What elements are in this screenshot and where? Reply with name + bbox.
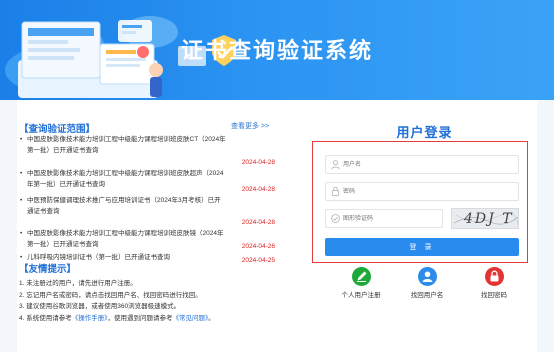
tip-item: 4. 系统使用请参考《操作手册》，使用遇到问题请参考《常见问题》。 bbox=[19, 313, 287, 325]
list-item[interactable]: • 中国皮肤影像技术能力培训工程中级能力课程培训班皮肤镜（2024年第一批）已开… bbox=[19, 228, 287, 252]
username-field[interactable] bbox=[325, 155, 519, 174]
recover-password-action[interactable]: 找回密码 bbox=[464, 267, 524, 299]
main-card: 【查询验证范围】 查看更多 >> • 中国皮肤影像技术能力培训工程中级能力课程培… bbox=[17, 100, 537, 352]
captcha-image[interactable]: 4DJ T bbox=[451, 208, 519, 229]
login-title: 用户登录 bbox=[396, 125, 453, 140]
item-date: 2024-04-28 bbox=[241, 219, 275, 226]
user-icon[interactable] bbox=[417, 267, 437, 286]
tips-list: 1. 未注册过的用户，请先进行用户注册。 2. 忘记用户名或密码，请点击找回用户… bbox=[19, 278, 287, 324]
lock-icon[interactable] bbox=[484, 267, 504, 286]
username-input[interactable] bbox=[343, 156, 443, 173]
account-actions: 个人用户注册 找回用户名 找回密码 bbox=[331, 267, 527, 307]
password-field[interactable] bbox=[325, 182, 519, 201]
tips-title: 【友情提示】 bbox=[19, 264, 77, 275]
password-input[interactable] bbox=[343, 183, 443, 200]
tip-text: 4. 系统使用请参考 bbox=[19, 314, 72, 322]
list-item[interactable]: • 中国皮肤影像技术能力培训工程中级能力课程培训班皮肤超声（2024年第一批）已… bbox=[19, 168, 287, 195]
page-title: 证书查询验证系统 bbox=[180, 39, 373, 64]
item-title[interactable]: 中医预防保健调理技术推广与应用培训证书（2024年3月考核）已开通证书查询 bbox=[27, 195, 227, 217]
recover-username-action[interactable]: 找回用户名 bbox=[397, 267, 457, 299]
item-date: 2024-04-28 bbox=[241, 186, 275, 193]
tip-item: 3. 建议使用谷歌浏览器，或者使用360浏览器极速模式。 bbox=[19, 301, 287, 313]
list-item[interactable]: • 中国皮肤影像技术能力培训工程中级能力课程培训班皮肤CT（2024年第一批）已… bbox=[19, 134, 287, 168]
recover-username-label[interactable]: 找回用户名 bbox=[397, 289, 457, 299]
item-date: 2024-04-25 bbox=[241, 257, 275, 264]
tip-item: 1. 未注册过的用户，请先进行用户注册。 bbox=[19, 278, 287, 290]
tip-item: 2. 忘记用户名或密码，请点击找回用户名、找回密码进行找回。 bbox=[19, 290, 287, 302]
item-date: 2024-04-26 bbox=[241, 243, 275, 250]
manual-link[interactable]: 《操作手册》 bbox=[72, 315, 108, 322]
check-circle-icon bbox=[331, 214, 340, 223]
item-title[interactable]: 中国皮肤影像技术能力培训工程中级能力课程培训班皮肤CT（2024年第一批）已开通… bbox=[27, 134, 227, 156]
bullet-icon: • bbox=[20, 170, 23, 177]
user-icon bbox=[331, 160, 340, 170]
scope-list: • 中国皮肤影像技术能力培训工程中级能力课程培训班皮肤CT（2024年第一批）已… bbox=[19, 134, 287, 266]
item-date: 2024-04-28 bbox=[241, 159, 275, 166]
register-label[interactable]: 个人用户注册 bbox=[331, 289, 391, 299]
bullet-icon: • bbox=[20, 136, 23, 143]
login-button[interactable]: 登 录 bbox=[325, 238, 519, 256]
tip-text: 。 bbox=[208, 314, 215, 322]
item-title[interactable]: 中国皮肤影像技术能力培训工程中级能力课程培训班皮肤镜（2024年第一批）已开通证… bbox=[27, 228, 227, 250]
login-form: 4DJ T 登 录 bbox=[312, 141, 528, 263]
captcha-field[interactable] bbox=[325, 209, 443, 228]
list-item[interactable]: • 中医预防保健调理技术推广与应用培训证书（2024年3月考核）已开通证书查询 … bbox=[19, 195, 287, 228]
lock-icon bbox=[331, 186, 340, 197]
tip-text: 1. 未注册过的用户，请先进行用户注册。 bbox=[19, 280, 137, 287]
tip-text: 3. 建议使用谷歌浏览器，或者使用360浏览器极速模式。 bbox=[19, 303, 181, 310]
captcha-input[interactable] bbox=[343, 210, 443, 227]
item-title[interactable]: 中国皮肤影像技术能力培训工程中级能力课程培训班皮肤超声（2024年第一批）已开通… bbox=[27, 168, 227, 190]
scope-panel: 【查询验证范围】 查看更多 >> • 中国皮肤影像技术能力培训工程中级能力课程培… bbox=[17, 100, 287, 352]
hero-banner: 证书查询验证系统 bbox=[0, 0, 554, 100]
captcha-text: 4DJ T bbox=[464, 211, 514, 227]
recover-password-label[interactable]: 找回密码 bbox=[464, 289, 524, 299]
register-icon[interactable] bbox=[351, 267, 371, 286]
bullet-icon: • bbox=[20, 197, 23, 204]
register-action[interactable]: 个人用户注册 bbox=[331, 267, 391, 299]
scope-title: 【查询验证范围】 bbox=[19, 124, 96, 135]
view-more-link[interactable]: 查看更多 >> bbox=[231, 121, 269, 131]
tip-text: ，使用遇到问题请参考 bbox=[107, 314, 173, 322]
tip-text: 2. 忘记用户名或密码，请点击找回用户名、找回密码进行找回。 bbox=[19, 291, 202, 299]
bullet-icon: • bbox=[20, 230, 23, 237]
faq-link[interactable]: 《常见问题》 bbox=[172, 315, 208, 322]
